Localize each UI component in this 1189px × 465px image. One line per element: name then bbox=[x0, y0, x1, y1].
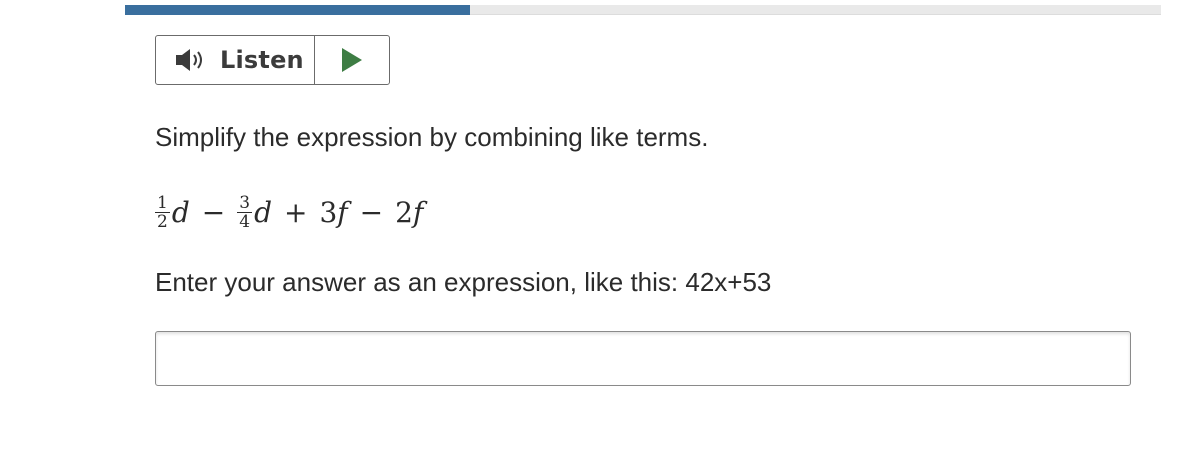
speaker-icon bbox=[176, 49, 202, 71]
fraction-three-quarters: 3 4 bbox=[237, 192, 253, 232]
variable: f bbox=[412, 195, 424, 229]
fraction-numerator: 1 bbox=[157, 192, 168, 213]
listen-button[interactable]: Listen bbox=[156, 36, 315, 84]
play-icon bbox=[342, 48, 362, 72]
listen-control: Listen bbox=[155, 35, 390, 85]
coefficient: 3 bbox=[319, 195, 338, 229]
fraction-numerator: 3 bbox=[239, 192, 251, 213]
answer-input[interactable] bbox=[155, 331, 1131, 386]
progress-bar bbox=[125, 5, 1161, 15]
variable: f bbox=[337, 195, 348, 229]
fraction-denominator: 2 bbox=[155, 211, 170, 232]
operator: − bbox=[359, 195, 384, 229]
question-instruction: Simplify the expression by combining lik… bbox=[155, 122, 709, 152]
answer-format-hint: Enter your answer as an expression, like… bbox=[155, 267, 772, 297]
coefficient: 2 bbox=[395, 195, 413, 229]
math-expression: 1 2 d − 3 4 d + 3 f − 2 f bbox=[155, 187, 423, 237]
variable: d bbox=[254, 195, 272, 229]
listen-label: Listen bbox=[220, 46, 304, 74]
operator: + bbox=[284, 195, 308, 229]
fraction-denominator: 4 bbox=[237, 211, 253, 232]
fraction-one-half: 1 2 bbox=[155, 194, 170, 231]
progress-bar-fill bbox=[125, 5, 470, 15]
play-button[interactable] bbox=[315, 36, 389, 84]
operator: − bbox=[201, 195, 226, 229]
variable: d bbox=[171, 195, 190, 229]
